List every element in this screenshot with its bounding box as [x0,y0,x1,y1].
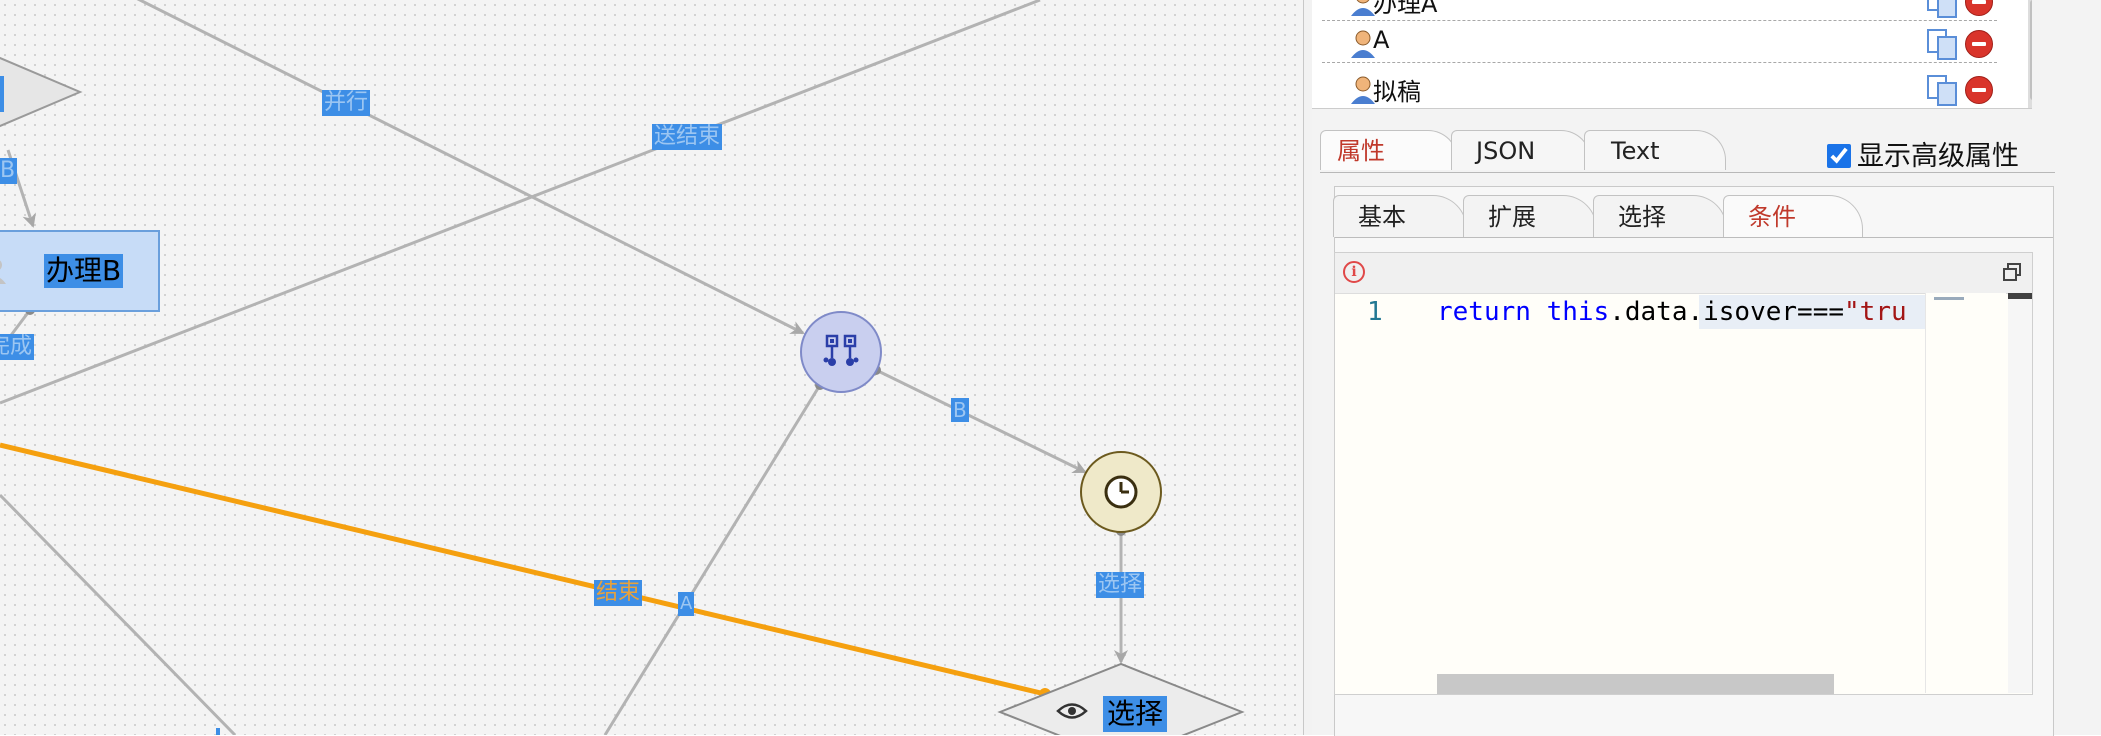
copy-icon[interactable] [1926,28,1958,60]
properties-panel: 办理A A 拟稿 属性 JSON Text 显示高级属性 基本 扩展 选择 条件… [1312,0,2101,736]
delete-icon[interactable] [1965,30,1993,58]
copy-icon[interactable] [1926,0,1958,18]
decision-node-label-partial [0,76,4,112]
edge-label-select[interactable]: 选择 [1096,572,1145,598]
edge-label-end[interactable]: 结束 [594,580,643,606]
timer-event-node[interactable] [1080,451,1162,533]
code-line[interactable]: return this.data.isover==="tru [1437,297,1927,327]
edge-left-down[interactable] [0,493,237,735]
show-advanced-label: 显示高级属性 [1857,141,2019,172]
show-advanced-checkbox[interactable] [1827,144,1851,168]
edge-label-complete[interactable]: 完成 [0,334,35,360]
edge-a[interactable] [603,384,822,735]
user-name: 办理A [1373,0,1438,18]
user-row[interactable]: A [1322,20,1997,63]
show-advanced-toggle[interactable]: 显示高级属性 [1827,134,2019,173]
edge-label-handle-b[interactable]: 办理B [0,158,18,184]
clock-icon [1104,475,1138,509]
editor-horizontal-scrollbar[interactable] [1437,674,1834,694]
edge-label-a[interactable]: A [678,592,695,616]
scrollbar-thumb[interactable] [2030,0,2032,100]
user-name: 拟稿 [1373,78,1421,106]
user-list: 办理A A 拟稿 [1312,0,2032,109]
tab-text[interactable]: Text [1584,130,1726,170]
user-row[interactable]: 拟稿 [1322,66,1997,108]
user-name: A [1373,26,1390,54]
subtab-condition[interactable]: 条件 [1723,195,1863,237]
editor-minimap[interactable] [1925,293,2006,693]
subtab-select[interactable]: 选择 [1593,195,1727,237]
scrollbar-marker [2008,293,2032,299]
select-gateway-label: 选择 [1103,696,1168,732]
parallel-gateway-node[interactable] [800,311,882,393]
edge-label-b[interactable]: B [951,398,969,422]
edge-b[interactable] [875,368,1087,474]
info-icon[interactable]: i [1343,261,1365,283]
edge-label-parallel[interactable]: 并行 [322,90,371,116]
tab-properties[interactable]: 属性 [1320,130,1458,170]
task-node-handle-b[interactable]: 办理B [0,230,160,312]
code-keyword-return: return [1437,297,1531,327]
delete-icon[interactable] [1965,76,1993,104]
tab-json[interactable]: JSON [1451,130,1591,170]
code-string: "tru [1844,297,1907,327]
edge-parallel[interactable] [120,0,805,335]
edge-layer [0,0,1245,735]
task-node-label: 办理B [44,254,124,288]
edge-label-bottom-partial[interactable] [216,728,220,735]
subtab-basic[interactable]: 基本 [1333,195,1467,237]
copy-icon[interactable] [1926,74,1958,106]
decision-node-partial[interactable] [0,56,83,128]
user-row[interactable]: 办理A [1322,0,1997,21]
line-number: 1 [1367,297,1383,327]
restore-window-icon[interactable] [2003,263,2021,281]
minimap-line [1934,297,1964,300]
code-keyword-this: this [1546,297,1610,327]
condition-code-editor[interactable]: i 1 return this.data.isover==="tru [1334,252,2033,695]
flow-canvas[interactable]: 并行 送结束 办理B 完成 B 结束 A 选择 办理B 选择 [0,0,1303,735]
edge-label-send-end[interactable]: 送结束 [652,124,723,150]
subtab-extend[interactable]: 扩展 [1463,195,1597,237]
editor-vertical-scrollbar[interactable] [2008,293,2032,693]
delete-icon[interactable] [1965,0,1993,16]
editor-toolbar: i [1335,253,2032,294]
user-list-scrollbar[interactable] [2028,0,2032,108]
user-icon [0,260,6,284]
edge-send-end[interactable] [0,0,1041,405]
code-member: .data.isover=== [1609,297,1845,327]
subtab-divider [1335,237,2053,238]
